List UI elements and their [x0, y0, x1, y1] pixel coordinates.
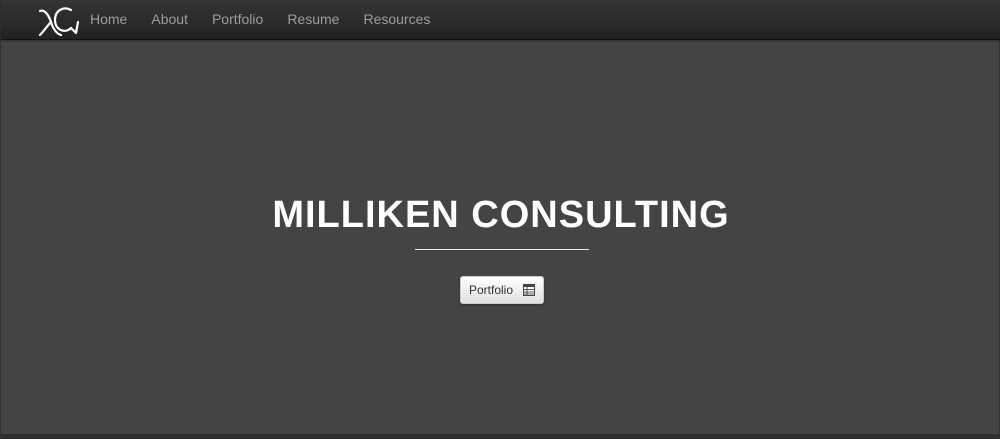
hero-section: MILLIKEN CONSULTING Portfolio: [1, 40, 1000, 434]
nav-item-home[interactable]: Home: [78, 0, 139, 38]
footer-strip: [1, 434, 1000, 439]
hero-divider: [415, 249, 589, 250]
brand-logo[interactable]: [37, 2, 81, 38]
portfolio-button-label: Portfolio: [468, 283, 514, 297]
nav-item-resume[interactable]: Resume: [275, 0, 351, 38]
nav-menu: Home About Portfolio Resume Resources: [78, 0, 442, 38]
nav-item-about[interactable]: About: [139, 0, 200, 38]
table-icon: [523, 284, 536, 296]
top-navbar: Home About Portfolio Resume Resources: [1, 0, 1000, 40]
nav-item-resources[interactable]: Resources: [351, 0, 442, 38]
portfolio-button[interactable]: Portfolio: [460, 276, 544, 304]
page: Home About Portfolio Resume Resources MI…: [0, 0, 1000, 439]
logo-icon: [38, 7, 80, 37]
nav-item-portfolio[interactable]: Portfolio: [200, 0, 275, 38]
hero-title: MILLIKEN CONSULTING: [272, 194, 730, 236]
